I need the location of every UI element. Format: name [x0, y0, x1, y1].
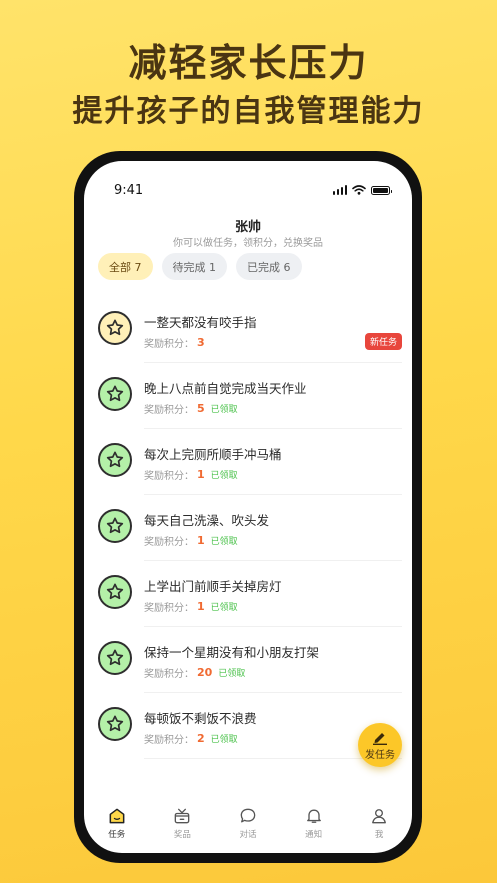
- reward-label: 奖励积分：: [144, 339, 194, 350]
- tab-chat[interactable]: 对话: [215, 806, 281, 846]
- status-icons: [332, 185, 392, 195]
- reward-points: 3: [197, 336, 205, 349]
- claimed-status: 已领取: [210, 603, 238, 613]
- reward-points: 20: [197, 666, 213, 679]
- new-task-badge: 新任务: [364, 333, 402, 350]
- add-task-button[interactable]: 发任务: [358, 723, 402, 767]
- claimed-status: 已领取: [210, 471, 238, 481]
- wifi-icon: [352, 185, 366, 195]
- reward-points: 2: [197, 732, 205, 745]
- tab-label: 我: [374, 830, 384, 840]
- reward-label: 奖励积分：: [144, 735, 194, 746]
- bell-icon: [306, 809, 321, 823]
- reward-label: 奖励积分：: [144, 603, 194, 614]
- tab-label: 通知: [305, 830, 323, 840]
- gift-box-icon: [175, 808, 190, 824]
- task-meta: 奖励积分： 1 已领取: [144, 599, 238, 614]
- task-title: 每次上完厕所顺手冲马桶: [144, 447, 282, 462]
- claimed-status: 已领取: [210, 735, 238, 745]
- task-title: 晚上八点前自觉完成当天作业: [144, 381, 307, 396]
- claimed-status: 已领取: [210, 537, 238, 547]
- promo-headline: 减轻家长压力: [128, 41, 369, 85]
- tab-label: 任务: [108, 830, 126, 840]
- star-icon: [98, 443, 132, 477]
- task-meta: 奖励积分： 2 已领取: [144, 731, 238, 746]
- filter-tabs: 全部 7 待完成 1 已完成 6: [98, 253, 302, 280]
- task-title: 上学出门前顺手关掉房灯: [144, 579, 282, 594]
- star-icon: [98, 575, 132, 609]
- task-item[interactable]: 每天自己洗澡、吹头发 奖励积分： 1 已领取: [84, 495, 412, 561]
- filter-pending[interactable]: 待完成 1: [161, 253, 227, 280]
- star-icon: [98, 377, 132, 411]
- tab-tasks[interactable]: 任务: [84, 806, 150, 846]
- reward-points: 1: [197, 600, 205, 613]
- filter-done[interactable]: 已完成 6: [236, 253, 302, 280]
- reward-label: 奖励积分：: [144, 537, 194, 548]
- star-icon: [98, 311, 132, 345]
- star-icon: [98, 641, 132, 675]
- reward-label: 奖励积分：: [144, 405, 194, 416]
- signal-icon: [332, 185, 347, 195]
- task-meta: 奖励积分： 5 已领取: [144, 401, 238, 416]
- reward-points: 1: [197, 534, 205, 547]
- task-meta: 奖励积分： 1 已领取: [144, 467, 238, 482]
- claimed-status: 已领取: [210, 405, 238, 415]
- task-title: 保持一个星期没有和小朋友打架: [144, 645, 320, 660]
- task-title: 一整天都没有咬手指: [144, 315, 257, 330]
- task-meta: 奖励积分： 1 已领取: [144, 533, 238, 548]
- battery-icon: [371, 186, 392, 195]
- tab-label: 奖品: [173, 830, 191, 840]
- task-item[interactable]: 上学出门前顺手关掉房灯 奖励积分： 1 已领取: [84, 561, 412, 627]
- task-meta: 奖励积分： 3: [144, 335, 205, 350]
- add-task-label: 发任务: [365, 750, 395, 761]
- task-meta: 奖励积分： 20 已领取: [144, 665, 245, 680]
- filter-all[interactable]: 全部 7: [98, 253, 153, 280]
- star-icon: [98, 707, 132, 741]
- task-title: 每顿饭不剩饭不浪费: [144, 711, 257, 726]
- user-name: 张帅: [234, 220, 261, 235]
- chat-bubble-icon: [240, 808, 256, 823]
- bottom-tabbar: 任务 奖品 对话 通知 我: [84, 806, 412, 846]
- task-item[interactable]: 一整天都没有咬手指 奖励积分： 3 新任务: [84, 297, 412, 363]
- star-icon: [98, 509, 132, 543]
- promo-subline: 提升孩子的自我管理能力: [72, 94, 425, 129]
- user-subtitle: 你可以做任务，领积分，兑换奖品: [173, 238, 323, 249]
- reward-label: 奖励积分：: [144, 669, 194, 680]
- reward-label: 奖励积分：: [144, 471, 194, 482]
- task-title: 每天自己洗澡、吹头发: [144, 513, 270, 528]
- task-item[interactable]: 保持一个星期没有和小朋友打架 奖励积分： 20 已领取: [84, 627, 412, 693]
- home-icon: [109, 808, 125, 824]
- task-list: 一整天都没有咬手指 奖励积分： 3 新任务 晚上八点前自觉完成当天作业 奖励积分…: [84, 297, 412, 759]
- status-time: 9:41: [114, 183, 144, 198]
- reward-points: 1: [197, 468, 205, 481]
- tab-label: 对话: [239, 830, 257, 840]
- claimed-status: 已领取: [218, 669, 246, 679]
- tab-me[interactable]: 我: [346, 806, 412, 846]
- tab-notifications[interactable]: 通知: [281, 806, 347, 846]
- task-item[interactable]: 晚上八点前自觉完成当天作业 奖励积分： 5 已领取: [84, 363, 412, 429]
- task-item[interactable]: 每次上完厕所顺手冲马桶 奖励积分： 1 已领取: [84, 429, 412, 495]
- pencil-icon: [373, 733, 387, 745]
- phone-frame: 9:41 张帅 你可以做任务，领积分，兑换奖品 全部 7 待完成 1 已完成 6: [74, 151, 422, 863]
- tab-prizes[interactable]: 奖品: [150, 806, 216, 846]
- reward-points: 5: [197, 402, 205, 415]
- user-icon: [372, 809, 387, 824]
- app-screen: 9:41 张帅 你可以做任务，领积分，兑换奖品 全部 7 待完成 1 已完成 6: [84, 161, 412, 853]
